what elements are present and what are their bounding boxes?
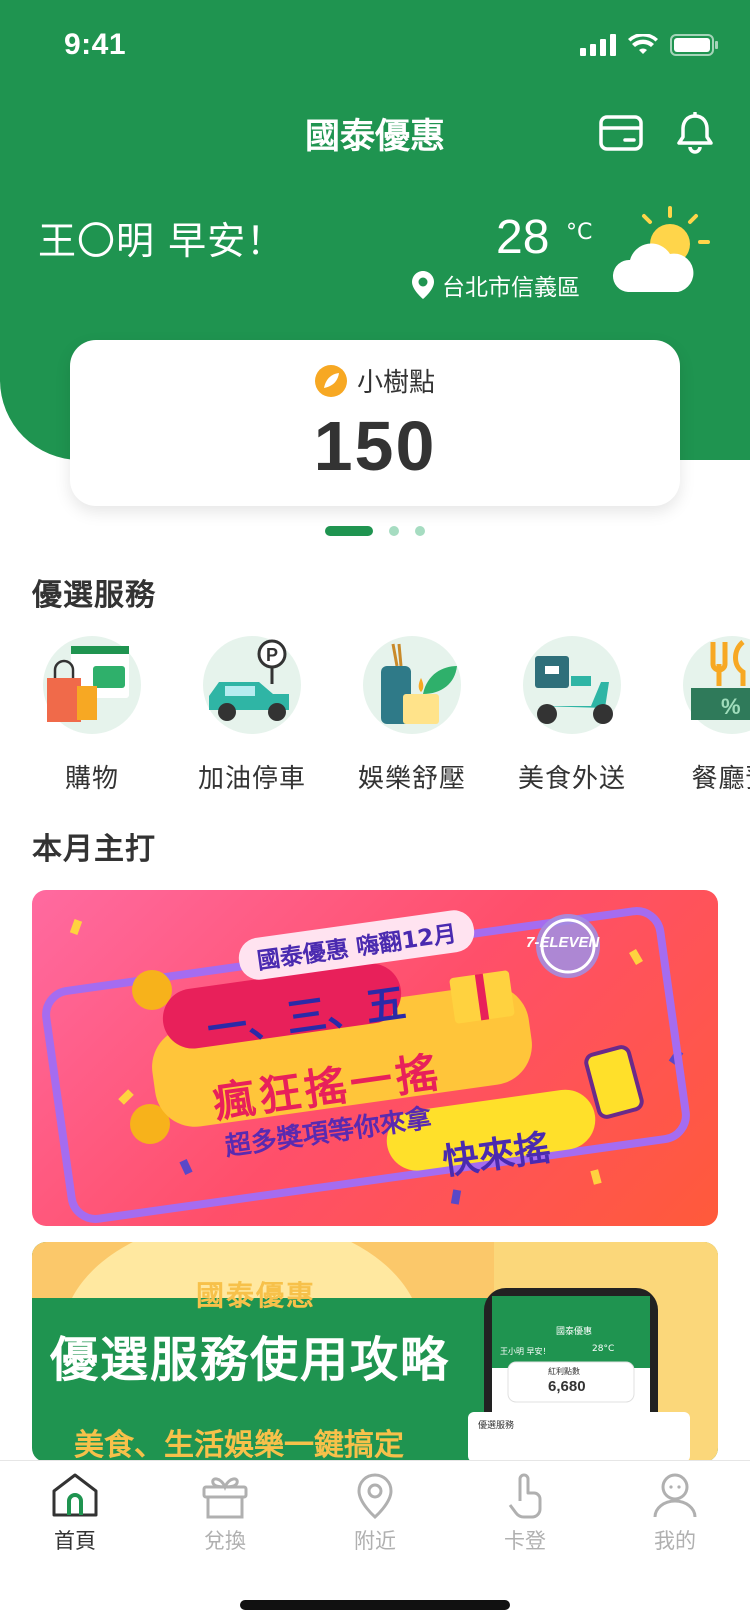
banner2-headline: 優選服務使用攻略 (50, 1332, 451, 1388)
service-label: 娛樂舒壓 (357, 764, 466, 794)
card-button[interactable] (596, 110, 646, 156)
phone-points: 6,680 (548, 1378, 586, 1395)
promo-banner-shake[interactable]: 國泰優惠 嗨翻12月 7-ELEVEN 一、三、五 瘋狂搖一搖 超多獎項等你來拿… (32, 890, 718, 1226)
greeting-text: 王〇明 早安！ (38, 219, 286, 263)
status-time: 9:41 (64, 28, 127, 61)
home-indicator (240, 1600, 510, 1610)
service-label: 餐廳預 (691, 764, 750, 794)
location-pin-icon (357, 1473, 393, 1519)
pager-dot-active[interactable] (325, 526, 373, 536)
phone-title: 國泰優惠 (556, 1327, 593, 1337)
phone-section: 優選服務 (478, 1421, 515, 1431)
tab-profile[interactable]: 我的 (600, 1471, 750, 1555)
service-food-delivery[interactable]: 美食外送 (492, 636, 652, 795)
pager-dot[interactable] (389, 526, 399, 536)
home-icon (52, 1473, 98, 1517)
delivery-scooter-icon (523, 636, 621, 734)
tab-label: 卡登 (504, 1529, 546, 1553)
service-label: 加油停車 (197, 764, 306, 794)
service-fuel-parking[interactable]: P 加油停車 (172, 636, 332, 795)
services-section-title: 優選服務 (32, 578, 156, 613)
location[interactable]: 台北市信義區 (412, 268, 580, 302)
gift-icon (202, 1477, 248, 1519)
restaurant-icon: % (683, 636, 750, 734)
sun-cloud-icon (612, 206, 710, 292)
service-label: 美食外送 (517, 764, 626, 794)
temperature-unit: °C (566, 220, 593, 245)
credit-card-icon (599, 115, 643, 151)
services-row: 購物 P 加油停車 娛樂舒壓 美食外送 % 餐廳 (0, 636, 750, 796)
tab-card-login[interactable]: 卡登 (450, 1471, 600, 1555)
phone-greeting: 王小明 早安！ (500, 1347, 551, 1356)
location-pin-icon (412, 271, 434, 299)
svg-text:P: P (266, 645, 278, 665)
banner1-brand: 7-ELEVEN (526, 934, 600, 951)
location-text: 台北市信義區 (442, 275, 580, 301)
phone-points-label: 紅利點數 (548, 1367, 580, 1376)
bell-icon (677, 112, 713, 154)
tab-label: 我的 (654, 1529, 696, 1553)
wifi-icon (628, 34, 658, 54)
svg-text:%: % (721, 694, 741, 719)
tab-label: 附近 (354, 1529, 396, 1553)
signal-icon (580, 34, 616, 56)
service-shopping[interactable]: 購物 (12, 636, 172, 795)
battery-icon (670, 34, 718, 56)
notification-button[interactable] (670, 110, 720, 156)
pager-dot[interactable] (415, 526, 425, 536)
status-icons (580, 34, 718, 56)
leaf-points-icon (314, 364, 347, 397)
user-icon (653, 1473, 697, 1518)
spa-candle-icon (363, 636, 461, 734)
tab-redeem[interactable]: 兌換 (150, 1471, 300, 1555)
featured-section-title: 本月主打 (32, 832, 156, 867)
banner2-tag: 國泰優惠 (196, 1279, 317, 1312)
car-parking-icon: P (203, 636, 301, 734)
service-restaurant[interactable]: % 餐廳預 (652, 636, 750, 795)
card-pager (0, 526, 750, 536)
promo-banner-guide[interactable]: 國泰優惠 優選服務使用攻略 美食、生活娛樂一鍵搞定 國泰優惠 王小明 早安！ 2… (32, 1242, 718, 1462)
points-label: 小樹點 (356, 368, 435, 398)
banner2-subline: 美食、生活娛樂一鍵搞定 (74, 1428, 404, 1462)
temperature: 28 (496, 211, 550, 264)
shopping-bag-icon (43, 636, 141, 734)
tab-home[interactable]: 首頁 (0, 1471, 150, 1555)
tab-nearby[interactable]: 附近 (300, 1471, 450, 1555)
points-label-row: 小樹點 (70, 362, 680, 399)
status-bar: 9:41 (0, 0, 750, 90)
tap-finger-icon (508, 1473, 542, 1519)
service-label: 購物 (64, 764, 119, 794)
service-entertainment[interactable]: 娛樂舒壓 (332, 636, 492, 795)
tab-label: 首頁 (54, 1529, 96, 1553)
tab-label: 兌換 (204, 1529, 246, 1553)
points-card[interactable]: 小樹點 150 (70, 340, 680, 506)
phone-temp: 28°C (592, 1344, 615, 1354)
points-value: 150 (313, 407, 437, 485)
